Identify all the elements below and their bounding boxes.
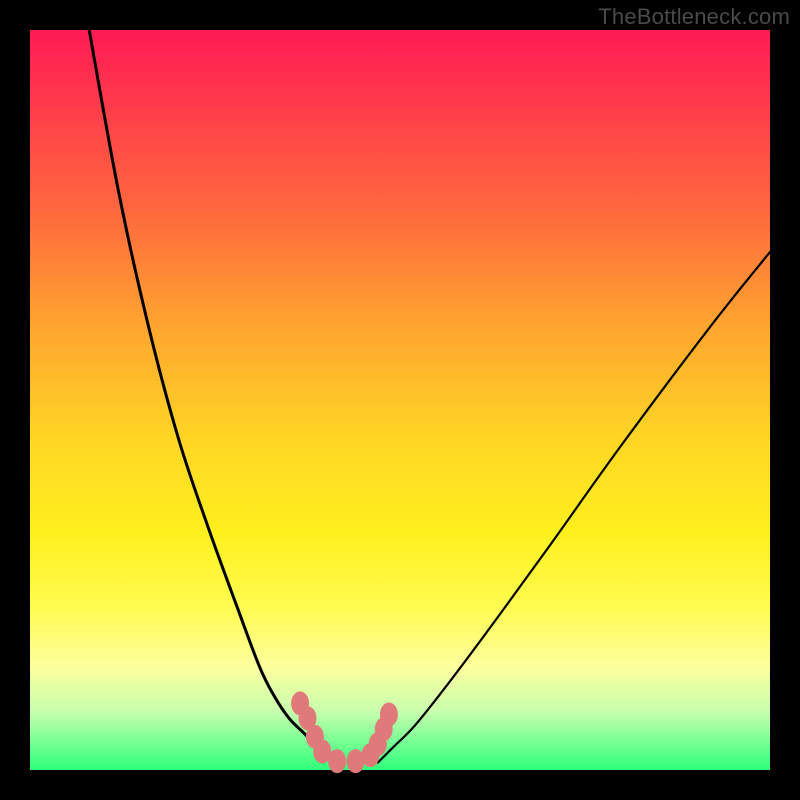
right-curve: [378, 252, 770, 763]
valley-marker: [328, 749, 346, 773]
left-curve: [89, 30, 333, 763]
chart-frame: TheBottleneck.com: [0, 0, 800, 800]
chart-plot-area: [30, 30, 770, 770]
chart-svg: [30, 30, 770, 770]
marker-layer: [291, 691, 398, 773]
curve-layer: [89, 30, 770, 763]
watermark-text: TheBottleneck.com: [598, 4, 790, 30]
valley-marker: [380, 703, 398, 727]
